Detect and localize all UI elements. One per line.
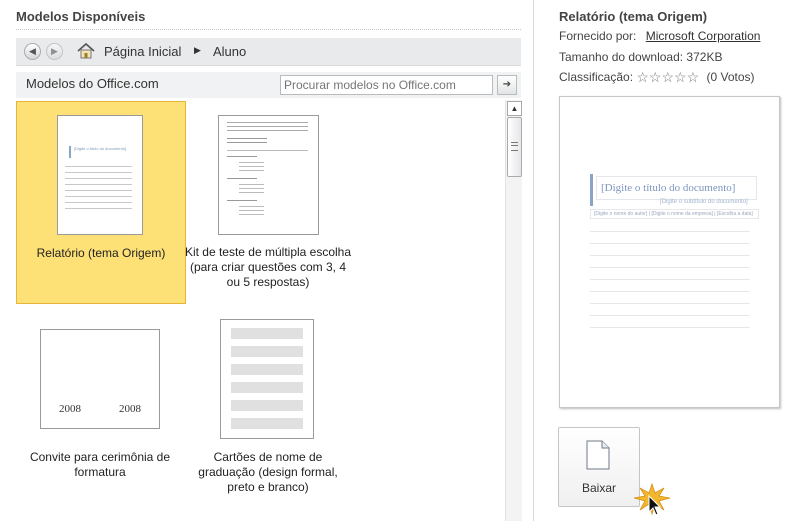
provider-row: Fornecido por: Microsoft Corporation xyxy=(559,29,760,43)
thumb-year-left: 2008 xyxy=(59,403,81,415)
template-detail-title: Relatório (tema Origem) xyxy=(559,9,708,24)
panel-divider xyxy=(533,0,534,521)
preview-title: [Digite o título do documento] xyxy=(596,176,757,200)
document-icon xyxy=(586,440,610,470)
template-thumbnail xyxy=(220,319,314,439)
back-arrow-icon[interactable]: ◀ xyxy=(24,43,41,60)
gallery-header: Modelos do Office.com ➔ xyxy=(16,72,521,98)
chevron-right-icon: ▶ xyxy=(194,45,201,55)
template-label: Convite para cerimônia de formatura xyxy=(29,450,171,479)
template-preview: [Digite o título do documento] [Digite o… xyxy=(559,96,780,408)
forward-arrow-icon[interactable]: ▶ xyxy=(46,43,63,60)
template-item-report[interactable]: [Digite o título do documento] Relatório… xyxy=(16,101,186,304)
panel-title: Modelos Disponíveis xyxy=(16,9,146,24)
preview-accent-bar xyxy=(590,174,593,206)
scroll-up-button[interactable]: ▲ xyxy=(507,101,522,116)
gallery-scrollbar[interactable]: ▲ xyxy=(505,100,522,521)
breadcrumb-home[interactable]: Página Inicial xyxy=(104,44,181,59)
gallery-source-label: Modelos do Office.com xyxy=(26,76,159,91)
breadcrumb-student[interactable]: Aluno xyxy=(213,44,246,59)
template-thumbnail: 2008 2008 xyxy=(40,329,160,429)
preview-meta: [Digite o nome do autor] | [Digite o nom… xyxy=(590,209,759,219)
download-size: Tamanho do download: 372KB xyxy=(559,50,723,64)
title-divider xyxy=(16,29,521,30)
template-label: Kit de teste de múltipla escolha (para c… xyxy=(184,245,352,289)
scroll-thumb[interactable] xyxy=(507,117,522,177)
breadcrumb: ◀ ▶ Página Inicial ▶ Aluno xyxy=(16,38,521,66)
home-icon[interactable] xyxy=(76,41,96,61)
provider-link[interactable]: Microsoft Corporation xyxy=(646,29,761,43)
provider-label: Fornecido por: xyxy=(559,29,637,43)
rating-label: Classificação: xyxy=(559,70,634,84)
cursor-icon xyxy=(633,482,671,516)
template-item-name-cards[interactable]: Cartões de nome de graduação (design for… xyxy=(184,310,352,500)
download-label: Baixar xyxy=(581,481,616,495)
grip-icon xyxy=(511,142,518,151)
template-thumbnail xyxy=(218,115,319,235)
star-rating-icon[interactable]: ☆☆☆☆☆ xyxy=(636,69,699,85)
rating-votes: (0 Votos) xyxy=(706,70,755,84)
search-input[interactable] xyxy=(280,75,493,95)
thumb-title: [Digite o título do documento] xyxy=(74,146,127,151)
preview-subtitle: [Digite o subtítulo do documento] xyxy=(660,199,748,205)
template-label: Cartões de nome de graduação (design for… xyxy=(198,450,338,494)
rating-row: Classificação: ☆☆☆☆☆ (0 Votos) xyxy=(559,69,755,86)
download-button[interactable]: Baixar xyxy=(558,427,640,507)
search-go-icon[interactable]: ➔ xyxy=(497,75,517,95)
template-item-invitation[interactable]: 2008 2008 Convite para cerimônia de form… xyxy=(16,310,184,500)
template-item-quiz-kit[interactable]: Kit de teste de múltipla escolha (para c… xyxy=(184,101,352,302)
template-thumbnail: [Digite o título do documento] xyxy=(57,115,143,235)
thumb-year-right: 2008 xyxy=(119,403,141,415)
template-label: Relatório (tema Origem) xyxy=(36,246,166,260)
